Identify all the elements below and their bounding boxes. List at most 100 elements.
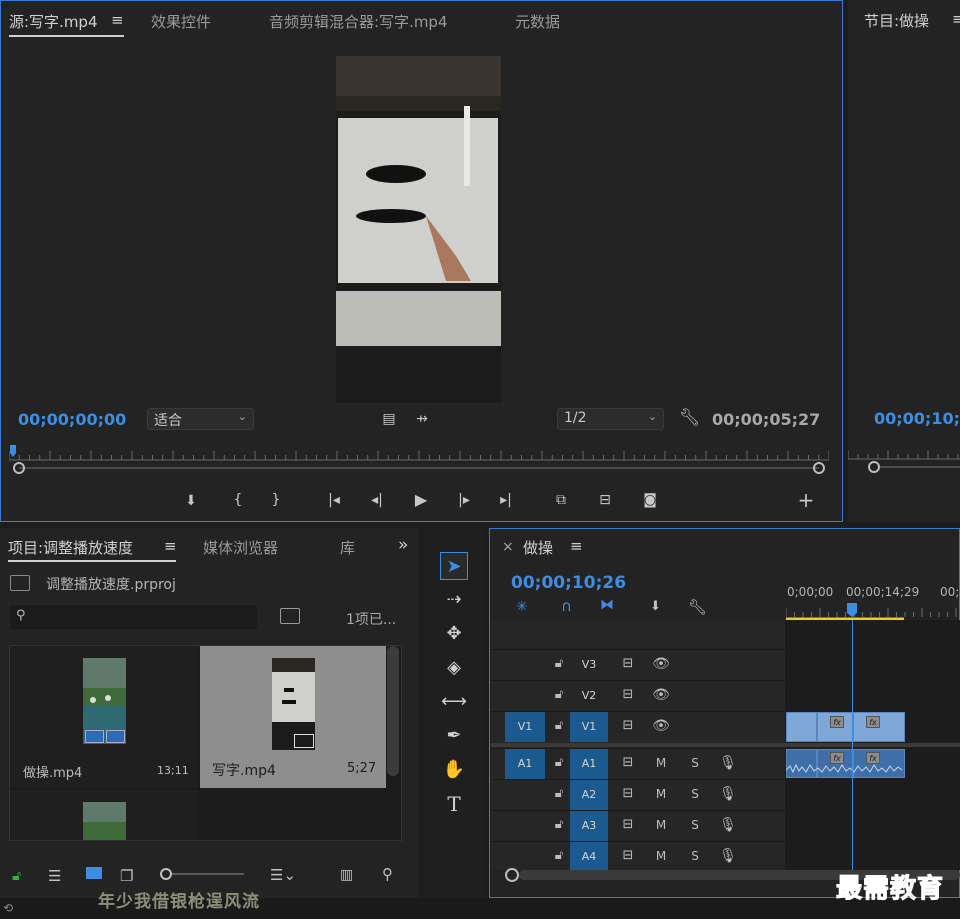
folder-up-icon[interactable] (10, 575, 30, 591)
sync-lock-icon[interactable]: ⊟ (618, 841, 638, 871)
timeline-timecode[interactable]: 00;00;10;26 (511, 573, 626, 593)
hand-tool-icon[interactable]: ✋ (440, 756, 468, 784)
track-target-v3[interactable]: V3 (570, 650, 608, 680)
sync-lock-icon[interactable]: ⊟ (618, 810, 638, 840)
lock-track-icon[interactable]: 🔓︎ (549, 810, 569, 840)
automate-to-sequence-icon[interactable]: ▥ (340, 867, 353, 883)
audio-waveform-icon[interactable]: ⇸ (411, 409, 433, 429)
source-patch-v1[interactable]: V1 (505, 712, 545, 742)
lock-track-icon[interactable]: 🔓︎ (549, 649, 569, 679)
tab-effect-controls[interactable]: 效果控件 (151, 11, 211, 32)
pen-tool-icon[interactable]: ✒ (440, 722, 468, 750)
slip-tool-icon[interactable]: ⟷ (440, 688, 468, 716)
add-marker-icon[interactable]: ⬇︎ (650, 599, 661, 614)
sync-lock-icon[interactable]: ⊟ (618, 779, 638, 809)
project-item-selected[interactable]: 写字.mp4 5;27 (200, 646, 386, 788)
project-panel-menu-icon[interactable]: ≡ (164, 537, 177, 555)
search-input[interactable]: ⚲ (10, 605, 257, 629)
go-to-out-icon[interactable]: ▸| (495, 490, 517, 510)
lock-track-icon[interactable]: 🔓︎ (549, 748, 569, 778)
find-icon[interactable]: ⚲ (382, 865, 393, 883)
program-panel-menu-icon[interactable]: ≡ (952, 10, 960, 28)
source-panel-menu-icon[interactable]: ≡ (111, 11, 124, 29)
project-item[interactable]: 做操.mp4 13;11 (10, 646, 198, 788)
tab-program[interactable]: 节目:做操 (864, 10, 929, 31)
sync-lock-icon[interactable]: ⊟ (618, 711, 638, 741)
lock-track-icon[interactable]: 🔓︎ (549, 779, 569, 809)
lock-track-icon[interactable]: 🔓︎ (549, 841, 569, 871)
sort-icons-icon[interactable]: ☰⌄ (270, 866, 296, 884)
linked-selection-icon[interactable]: ⧓ (600, 597, 614, 613)
track-target-a3[interactable]: A3 (570, 811, 608, 841)
tab-source[interactable]: 源:写字.mp4 (9, 11, 98, 32)
add-marker-icon[interactable]: ⬇︎ (181, 491, 201, 511)
solo-track-button[interactable]: S (686, 779, 704, 809)
type-tool-icon[interactable]: T (440, 790, 468, 818)
tab-metadata[interactable]: 元数据 (515, 11, 560, 32)
icon-view-icon[interactable] (86, 867, 102, 879)
film-icon[interactable]: ▤ (379, 409, 399, 429)
tab-project[interactable]: 项目:调整播放速度 (8, 537, 133, 558)
lock-track-icon[interactable]: 🔓︎ (549, 680, 569, 710)
insert-icon[interactable]: ⧉ (549, 490, 573, 510)
scroll-handle-left[interactable] (505, 868, 519, 882)
project-item[interactable] (10, 790, 198, 840)
resolution-dropdown[interactable]: 1/2 ⌄ (557, 408, 664, 430)
tab-audio-clip-mixer[interactable]: 音频剪辑混合器:写字.mp4 (269, 11, 448, 32)
sequence-tab[interactable]: 做操 (523, 537, 553, 558)
razor-tool-icon[interactable]: ◈ (440, 654, 468, 682)
play-icon[interactable]: ▶ (410, 490, 432, 510)
timeline-video-clip[interactable] (786, 712, 817, 742)
tab-media-browser[interactable]: 媒体浏览器 (203, 537, 278, 558)
zoom-slider[interactable] (160, 868, 244, 880)
project-grid-scrollbar[interactable] (387, 646, 399, 776)
ripple-edit-tool-icon[interactable]: ✥ (440, 620, 468, 648)
source-patch-a1[interactable]: A1 (505, 749, 545, 779)
source-zoom-scrollbar[interactable] (13, 462, 825, 474)
sync-lock-icon[interactable]: ⊟ (618, 649, 638, 679)
solo-track-button[interactable]: S (686, 748, 704, 778)
step-back-icon[interactable]: ◂| (366, 490, 388, 510)
microphone-icon[interactable]: 🎙︎ (718, 748, 738, 778)
status-icon[interactable]: ⟲ (3, 901, 13, 915)
toggle-output-eye-icon[interactable]: 👁︎ (650, 711, 672, 741)
sync-lock-icon[interactable]: ⊟ (618, 748, 638, 778)
step-forward-icon[interactable]: |▸ (453, 490, 475, 510)
overwrite-icon[interactable]: ⊟ (593, 490, 617, 510)
track-target-v1[interactable]: V1 (570, 712, 608, 742)
track-select-tool-icon[interactable]: ⇢ (440, 586, 468, 614)
timeline-ruler[interactable] (786, 603, 960, 621)
microphone-icon[interactable]: 🎙︎ (718, 810, 738, 840)
toggle-output-eye-icon[interactable]: 👁︎ (650, 680, 672, 710)
microphone-icon[interactable]: 🎙︎ (718, 841, 738, 871)
track-target-a1[interactable]: A1 (570, 749, 608, 779)
snap-icon[interactable]: ∩ (561, 597, 572, 615)
wrench-icon[interactable]: 🔧︎ (688, 598, 707, 616)
tab-libraries[interactable]: 库 (340, 537, 355, 558)
add-button-icon[interactable]: + (796, 490, 816, 510)
new-bin-from-search-icon[interactable] (280, 608, 300, 624)
mute-track-button[interactable]: M (652, 779, 670, 809)
mute-track-button[interactable]: M (652, 748, 670, 778)
export-frame-icon[interactable]: ◙ (639, 490, 661, 510)
close-icon[interactable]: × (502, 539, 514, 555)
fit-dropdown[interactable]: 适合 ⌄ (147, 408, 254, 430)
scroll-handle-left[interactable] (13, 462, 25, 474)
mute-track-button[interactable]: M (652, 810, 670, 840)
solo-track-button[interactable]: S (686, 841, 704, 871)
toggle-output-eye-icon[interactable]: 👁︎ (650, 649, 672, 679)
scroll-handle-right[interactable] (813, 462, 825, 474)
go-to-in-icon[interactable]: |◂ (323, 490, 345, 510)
source-current-timecode[interactable]: 00;00;00;00 (18, 410, 126, 429)
lock-track-icon[interactable]: 🔓︎ (549, 711, 569, 741)
program-time-ruler[interactable] (848, 442, 960, 460)
microphone-icon[interactable]: 🎙︎ (718, 779, 738, 809)
program-current-timecode[interactable]: 00;00;10;2 (874, 409, 960, 428)
sync-lock-icon[interactable]: ⊟ (618, 680, 638, 710)
mark-in-icon[interactable]: { (229, 490, 247, 510)
lock-icon[interactable]: 🔓︎ (12, 868, 21, 884)
selection-tool-icon[interactable]: ➤ (440, 552, 468, 580)
track-target-v2[interactable]: V2 (570, 681, 608, 711)
timeline-menu-icon[interactable]: ≡ (570, 537, 583, 555)
panel-overflow-icon[interactable]: » (398, 535, 408, 555)
